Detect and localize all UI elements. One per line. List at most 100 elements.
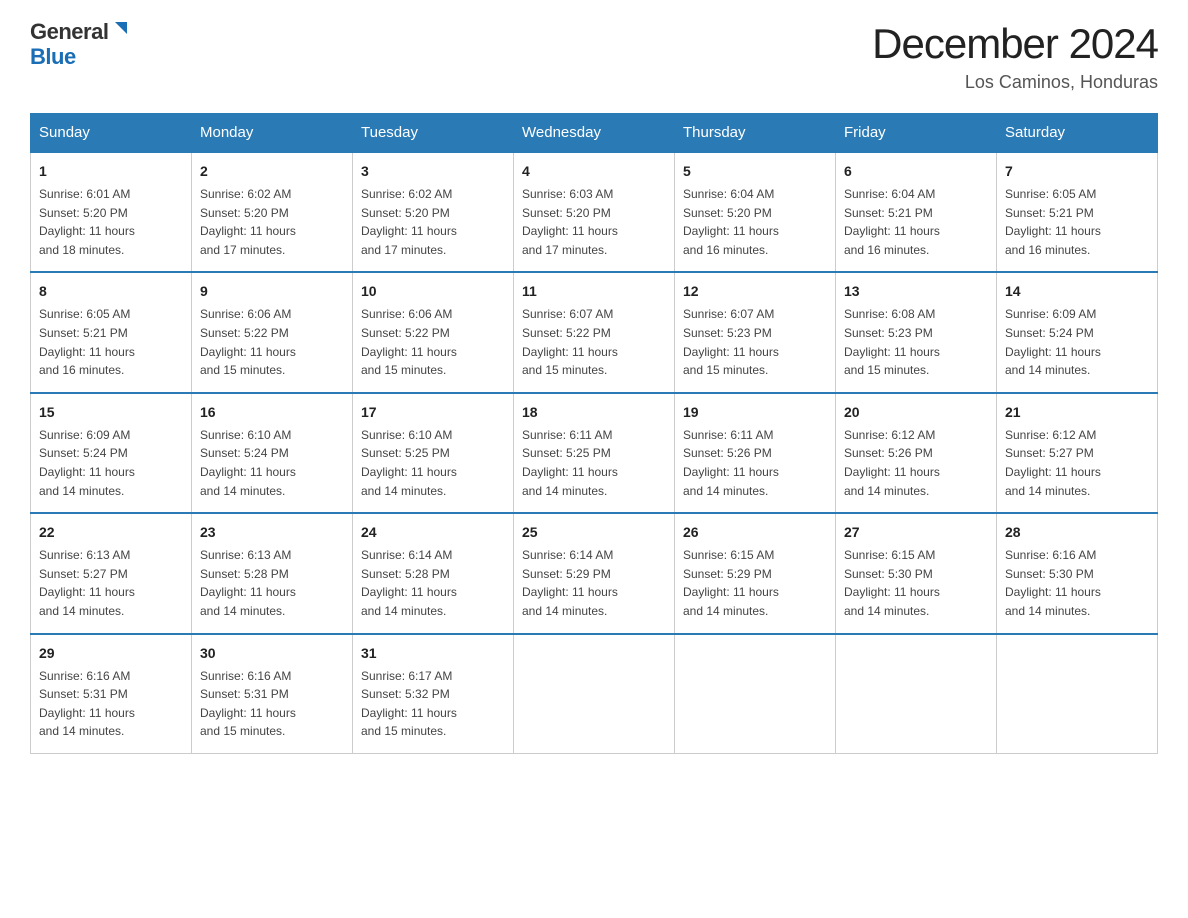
- day-number: 9: [200, 281, 344, 302]
- day-number: 5: [683, 161, 827, 182]
- day-info: Sunrise: 6:01 AMSunset: 5:20 PMDaylight:…: [39, 185, 183, 259]
- day-number: 11: [522, 281, 666, 302]
- day-number: 15: [39, 402, 183, 423]
- header-wednesday: Wednesday: [514, 114, 675, 153]
- calendar-cell: 15 Sunrise: 6:09 AMSunset: 5:24 PMDayligh…: [31, 393, 192, 513]
- header-sunday: Sunday: [31, 114, 192, 153]
- calendar-cell: 5 Sunrise: 6:04 AMSunset: 5:20 PMDaylight…: [675, 152, 836, 272]
- calendar-cell: 2Sunrise: 6:02 AMSunset: 5:20 PMDaylight…: [192, 152, 353, 272]
- day-number: 8: [39, 281, 183, 302]
- day-info: Sunrise: 6:13 AMSunset: 5:27 PMDaylight:…: [39, 546, 183, 620]
- day-info: Sunrise: 6:03 AMSunset: 5:20 PMDaylight:…: [522, 185, 666, 259]
- day-info: Sunrise: 6:06 AMSunset: 5:22 PMDaylight:…: [361, 305, 505, 379]
- day-number: 25: [522, 522, 666, 543]
- day-number: 30: [200, 643, 344, 664]
- day-info: Sunrise: 6:08 AMSunset: 5:23 PMDaylight:…: [844, 305, 988, 379]
- page-header: General Blue December 2024 Los Caminos, …: [30, 20, 1158, 93]
- day-info: Sunrise: 6:16 AMSunset: 5:30 PMDaylight:…: [1005, 546, 1149, 620]
- calendar-cell: 4 Sunrise: 6:03 AMSunset: 5:20 PMDaylight…: [514, 152, 675, 272]
- calendar-cell: 14Sunrise: 6:09 AMSunset: 5:24 PMDayligh…: [997, 272, 1158, 392]
- day-info: Sunrise: 6:17 AMSunset: 5:32 PMDaylight:…: [361, 667, 505, 741]
- day-info: Sunrise: 6:14 AMSunset: 5:28 PMDaylight:…: [361, 546, 505, 620]
- day-number: 21: [1005, 402, 1149, 423]
- day-number: 22: [39, 522, 183, 543]
- day-info: Sunrise: 6:13 AMSunset: 5:28 PMDaylight:…: [200, 546, 344, 620]
- day-info: Sunrise: 6:04 AMSunset: 5:21 PMDaylight:…: [844, 185, 988, 259]
- calendar-cell: 11 Sunrise: 6:07 AMSunset: 5:22 PMDayligh…: [514, 272, 675, 392]
- day-number: 28: [1005, 522, 1149, 543]
- day-number: 31: [361, 643, 505, 664]
- calendar-cell: [675, 634, 836, 754]
- day-number: 20: [844, 402, 988, 423]
- calendar-cell: 10 Sunrise: 6:06 AMSunset: 5:22 PMDayligh…: [353, 272, 514, 392]
- calendar-cell: 29 Sunrise: 6:16 AMSunset: 5:31 PMDayligh…: [31, 634, 192, 754]
- location-text: Los Caminos, Honduras: [872, 72, 1158, 93]
- day-number: 26: [683, 522, 827, 543]
- header-thursday: Thursday: [675, 114, 836, 153]
- day-number: 3: [361, 161, 505, 182]
- day-number: 29: [39, 643, 183, 664]
- calendar-cell: 20 Sunrise: 6:12 AMSunset: 5:26 PMDayligh…: [836, 393, 997, 513]
- day-info: Sunrise: 6:16 AMSunset: 5:31 PMDaylight:…: [39, 667, 183, 741]
- calendar-cell: 24 Sunrise: 6:14 AMSunset: 5:28 PMDayligh…: [353, 513, 514, 633]
- calendar-cell: 3 Sunrise: 6:02 AMSunset: 5:20 PMDaylight…: [353, 152, 514, 272]
- calendar-week-row: 8 Sunrise: 6:05 AMSunset: 5:21 PMDaylight…: [31, 272, 1158, 392]
- month-year-title: December 2024: [872, 20, 1158, 68]
- day-info: Sunrise: 6:11 AMSunset: 5:26 PMDaylight:…: [683, 426, 827, 500]
- calendar-cell: 30 Sunrise: 6:16 AMSunset: 5:31 PMDayligh…: [192, 634, 353, 754]
- day-number: 17: [361, 402, 505, 423]
- day-info: Sunrise: 6:15 AMSunset: 5:30 PMDaylight:…: [844, 546, 988, 620]
- day-info: Sunrise: 6:12 AMSunset: 5:27 PMDaylight:…: [1005, 426, 1149, 500]
- day-info: Sunrise: 6:09 AMSunset: 5:24 PMDaylight:…: [39, 426, 183, 500]
- day-info: Sunrise: 6:07 AMSunset: 5:22 PMDaylight:…: [522, 305, 666, 379]
- calendar-cell: 1 Sunrise: 6:01 AMSunset: 5:20 PMDaylight…: [31, 152, 192, 272]
- calendar-cell: 21 Sunrise: 6:12 AMSunset: 5:27 PMDayligh…: [997, 393, 1158, 513]
- day-number: 19: [683, 402, 827, 423]
- day-number: 18: [522, 402, 666, 423]
- day-number: 13: [844, 281, 988, 302]
- calendar-cell: 8 Sunrise: 6:05 AMSunset: 5:21 PMDaylight…: [31, 272, 192, 392]
- calendar-cell: 16 Sunrise: 6:10 AMSunset: 5:24 PMDayligh…: [192, 393, 353, 513]
- day-number: 1: [39, 161, 183, 182]
- day-number: 2: [200, 161, 344, 182]
- day-number: 10: [361, 281, 505, 302]
- header-monday: Monday: [192, 114, 353, 153]
- day-info: Sunrise: 6:12 AMSunset: 5:26 PMDaylight:…: [844, 426, 988, 500]
- calendar-cell: 12Sunrise: 6:07 AMSunset: 5:23 PMDayligh…: [675, 272, 836, 392]
- day-number: 16: [200, 402, 344, 423]
- day-number: 7: [1005, 161, 1149, 182]
- calendar-cell: 31 Sunrise: 6:17 AMSunset: 5:32 PMDayligh…: [353, 634, 514, 754]
- title-section: December 2024 Los Caminos, Honduras: [872, 20, 1158, 93]
- header-tuesday: Tuesday: [353, 114, 514, 153]
- day-number: 6: [844, 161, 988, 182]
- header-saturday: Saturday: [997, 114, 1158, 153]
- calendar-cell: 27 Sunrise: 6:15 AMSunset: 5:30 PMDayligh…: [836, 513, 997, 633]
- calendar-cell: 25 Sunrise: 6:14 AMSunset: 5:29 PMDayligh…: [514, 513, 675, 633]
- day-number: 4: [522, 161, 666, 182]
- calendar-cell: 6 Sunrise: 6:04 AMSunset: 5:21 PMDaylight…: [836, 152, 997, 272]
- logo: General Blue: [30, 20, 131, 69]
- day-number: 23: [200, 522, 344, 543]
- day-info: Sunrise: 6:15 AMSunset: 5:29 PMDaylight:…: [683, 546, 827, 620]
- day-number: 27: [844, 522, 988, 543]
- calendar-cell: 9 Sunrise: 6:06 AMSunset: 5:22 PMDaylight…: [192, 272, 353, 392]
- day-info: Sunrise: 6:14 AMSunset: 5:29 PMDaylight:…: [522, 546, 666, 620]
- day-info: Sunrise: 6:06 AMSunset: 5:22 PMDaylight:…: [200, 305, 344, 379]
- day-info: Sunrise: 6:05 AMSunset: 5:21 PMDaylight:…: [39, 305, 183, 379]
- day-info: Sunrise: 6:04 AMSunset: 5:20 PMDaylight:…: [683, 185, 827, 259]
- day-info: Sunrise: 6:10 AMSunset: 5:24 PMDaylight:…: [200, 426, 344, 500]
- calendar-week-row: 1 Sunrise: 6:01 AMSunset: 5:20 PMDaylight…: [31, 152, 1158, 272]
- calendar-cell: 26 Sunrise: 6:15 AMSunset: 5:29 PMDayligh…: [675, 513, 836, 633]
- logo-arrow-icon: [111, 20, 131, 40]
- calendar-week-row: 15 Sunrise: 6:09 AMSunset: 5:24 PMDayligh…: [31, 393, 1158, 513]
- day-number: 24: [361, 522, 505, 543]
- header-friday: Friday: [836, 114, 997, 153]
- calendar-cell: [997, 634, 1158, 754]
- day-info: Sunrise: 6:16 AMSunset: 5:31 PMDaylight:…: [200, 667, 344, 741]
- day-info: Sunrise: 6:05 AMSunset: 5:21 PMDaylight:…: [1005, 185, 1149, 259]
- calendar-week-row: 29 Sunrise: 6:16 AMSunset: 5:31 PMDayligh…: [31, 634, 1158, 754]
- calendar-cell: [836, 634, 997, 754]
- calendar-week-row: 22 Sunrise: 6:13 AMSunset: 5:27 PMDayligh…: [31, 513, 1158, 633]
- calendar-cell: 19 Sunrise: 6:11 AMSunset: 5:26 PMDayligh…: [675, 393, 836, 513]
- day-info: Sunrise: 6:02 AMSunset: 5:20 PMDaylight:…: [361, 185, 505, 259]
